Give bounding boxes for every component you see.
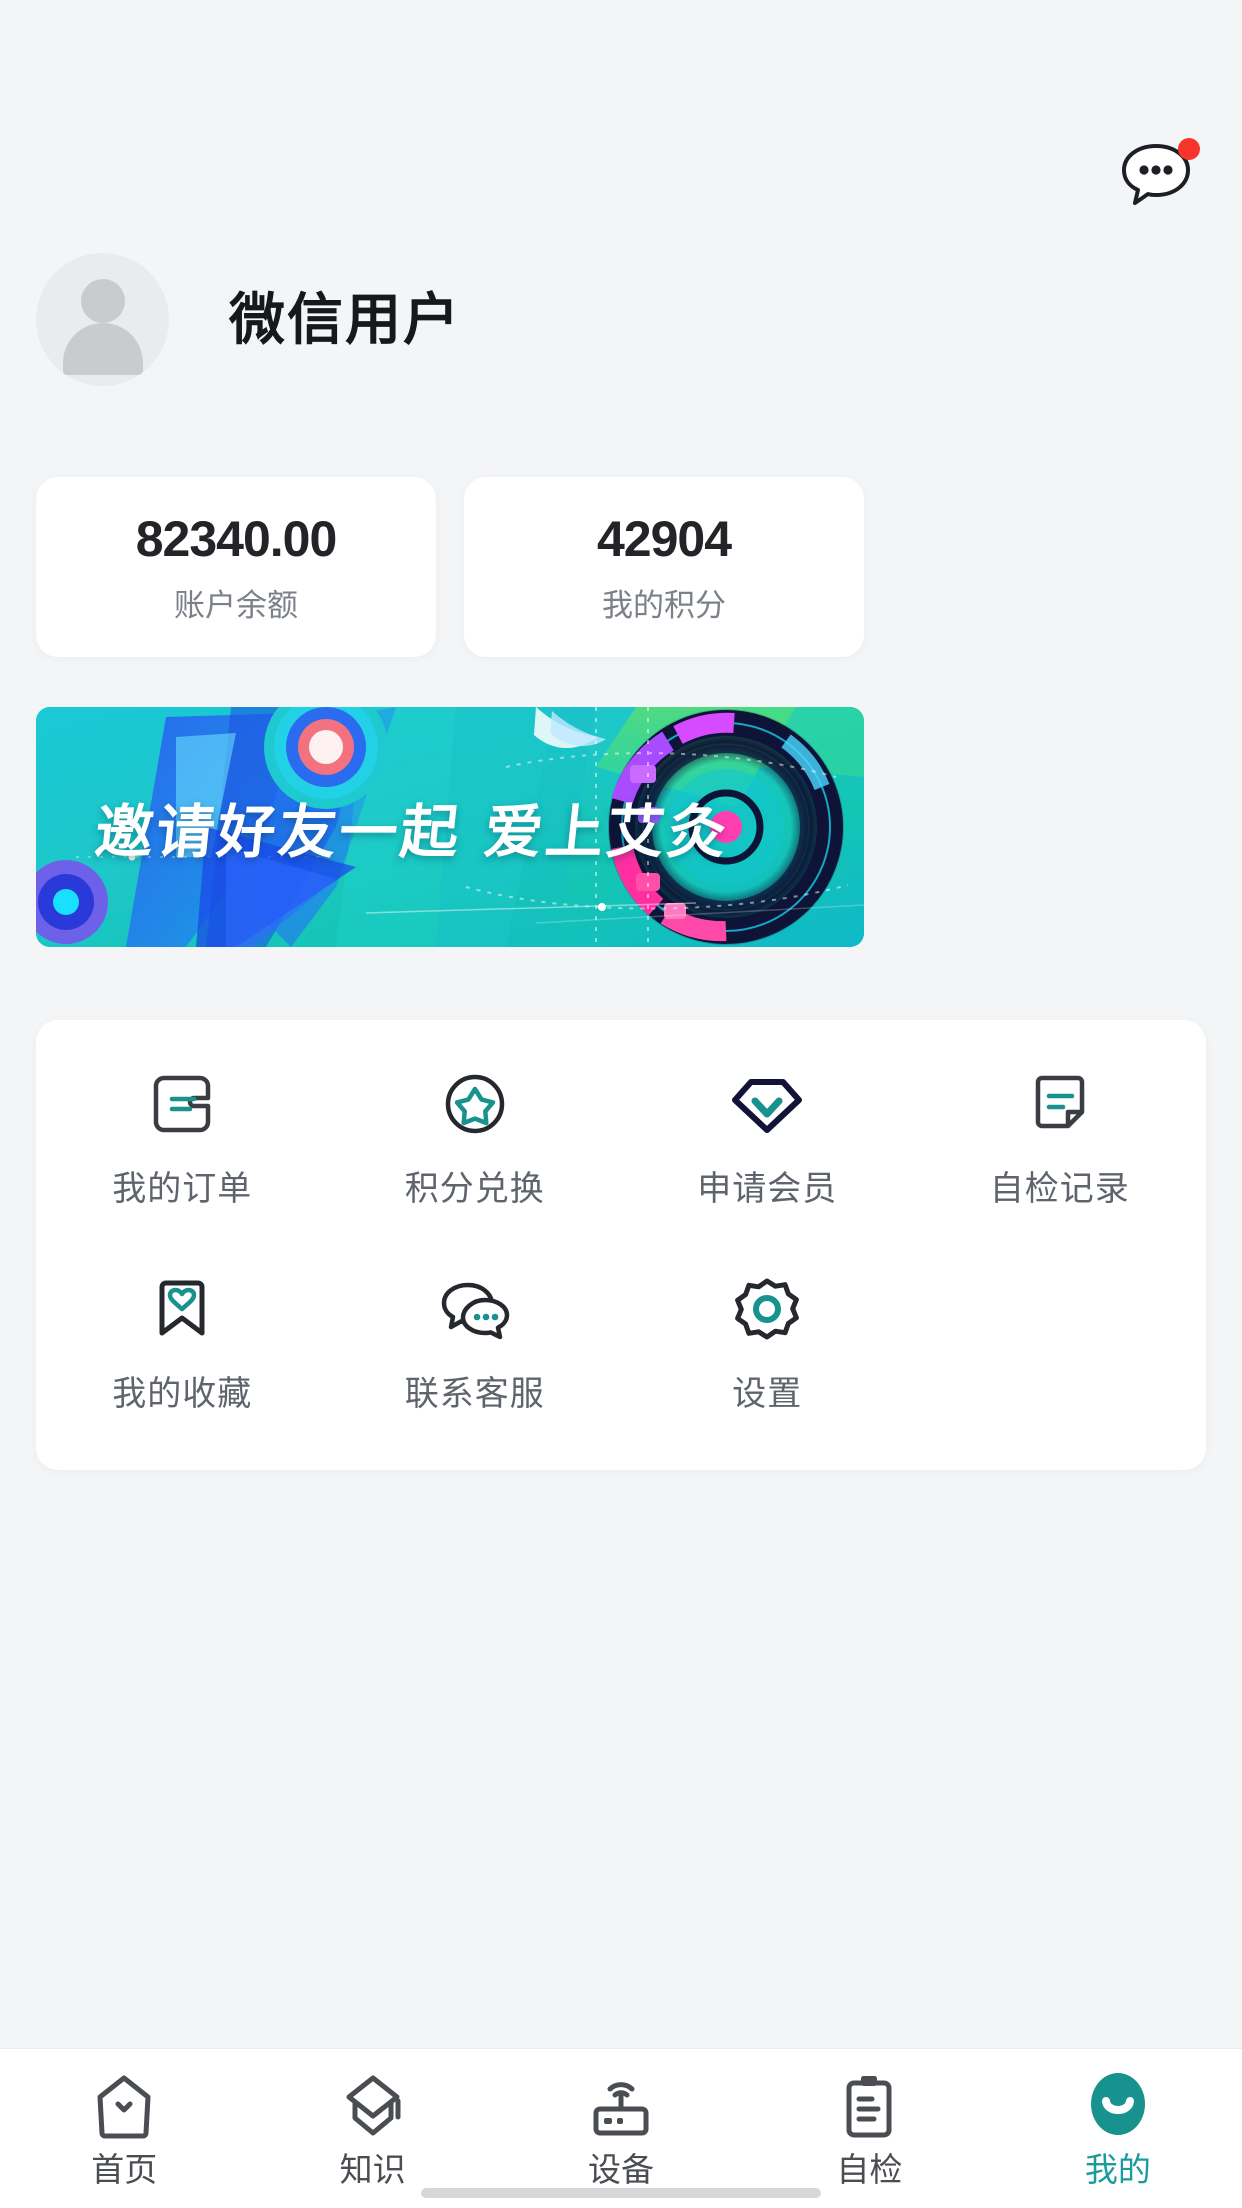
star-circle-icon bbox=[429, 1058, 521, 1150]
tab-home[interactable]: 首页 bbox=[0, 2069, 248, 2186]
menu-label: 积分兑换 bbox=[404, 1170, 545, 1208]
avatar-head-shape bbox=[80, 279, 125, 323]
invite-friends-banner[interactable]: 邀请好友一起 爱上艾灸 bbox=[36, 707, 864, 947]
menu-label: 我的收藏 bbox=[112, 1375, 253, 1413]
stats-row: 82340.00 账户余额 42904 我的积分 bbox=[36, 477, 864, 657]
my-points-value: 42904 bbox=[596, 510, 732, 567]
tab-label: 设备 bbox=[588, 2151, 655, 2188]
menu-label: 联系客服 bbox=[404, 1375, 545, 1413]
tab-device[interactable]: 设备 bbox=[497, 2069, 745, 2186]
menu-label: 我的订单 bbox=[112, 1170, 253, 1208]
bookmark-heart-icon bbox=[136, 1263, 228, 1355]
app-screen: 微信用户 82340.00 账户余额 42904 我的积分 邀请好友一起 爱上艾… bbox=[0, 0, 1242, 2208]
top-bar bbox=[0, 0, 1242, 205]
menu-label: 自检记录 bbox=[989, 1170, 1130, 1208]
home-indicator bbox=[421, 2188, 821, 2198]
profile-smile-icon bbox=[1082, 2069, 1154, 2143]
menu-label: 设置 bbox=[732, 1375, 803, 1413]
menu-item-my-favorites[interactable]: 我的收藏 bbox=[36, 1263, 329, 1468]
tab-label: 自检 bbox=[836, 2151, 903, 2188]
menu-item-settings[interactable]: 设置 bbox=[621, 1263, 914, 1468]
avatar[interactable] bbox=[36, 253, 169, 386]
tab-label: 知识 bbox=[339, 2151, 406, 2188]
menu-label: 申请会员 bbox=[697, 1170, 838, 1208]
menu-item-points-exchange[interactable]: 积分兑换 bbox=[329, 1058, 622, 1263]
unread-badge bbox=[1178, 138, 1200, 160]
menu-item-contact-support[interactable]: 联系客服 bbox=[329, 1263, 622, 1468]
chat-bubble-icon[interactable] bbox=[1118, 138, 1202, 210]
tab-mine[interactable]: 我的 bbox=[994, 2069, 1242, 2186]
tab-knowledge[interactable]: 知识 bbox=[248, 2069, 496, 2186]
document-note-icon bbox=[1014, 1058, 1106, 1150]
my-points-card[interactable]: 42904 我的积分 bbox=[464, 477, 864, 657]
bottom-tab-bar: 首页 知识 设备 自检 我的 bbox=[0, 2048, 1242, 2208]
account-balance-label: 账户余额 bbox=[174, 587, 298, 623]
chat-support-icon bbox=[429, 1263, 521, 1355]
avatar-body-shape bbox=[62, 323, 143, 375]
order-list-icon bbox=[136, 1058, 228, 1150]
diamond-membership-icon bbox=[721, 1058, 813, 1150]
menu-grid: 我的订单 积分兑换 申请会员 自检记录 我的收藏 联系客服 设置 bbox=[36, 1058, 1206, 1468]
clipboard-icon bbox=[833, 2069, 905, 2143]
graduation-cap-icon bbox=[337, 2069, 409, 2143]
account-balance-card[interactable]: 82340.00 账户余额 bbox=[36, 477, 436, 657]
page-title: 微信用户 bbox=[229, 287, 461, 351]
home-icon bbox=[88, 2069, 160, 2143]
menu-item-my-orders[interactable]: 我的订单 bbox=[36, 1058, 329, 1263]
menu-item-self-check-records[interactable]: 自检记录 bbox=[914, 1058, 1207, 1263]
my-points-label: 我的积分 bbox=[602, 587, 726, 623]
tab-self-check[interactable]: 自检 bbox=[745, 2069, 993, 2186]
router-device-icon bbox=[585, 2069, 657, 2143]
menu-item-apply-membership[interactable]: 申请会员 bbox=[621, 1058, 914, 1263]
profile-header[interactable]: 微信用户 bbox=[36, 253, 461, 386]
account-balance-value: 82340.00 bbox=[135, 510, 338, 567]
tab-label: 我的 bbox=[1084, 2151, 1151, 2188]
menu-card: 我的订单 积分兑换 申请会员 自检记录 我的收藏 联系客服 设置 bbox=[36, 1020, 1206, 1470]
tab-label: 首页 bbox=[91, 2151, 158, 2188]
banner-headline: 邀请好友一起 爱上艾灸 bbox=[91, 798, 733, 866]
gear-icon bbox=[721, 1263, 813, 1355]
